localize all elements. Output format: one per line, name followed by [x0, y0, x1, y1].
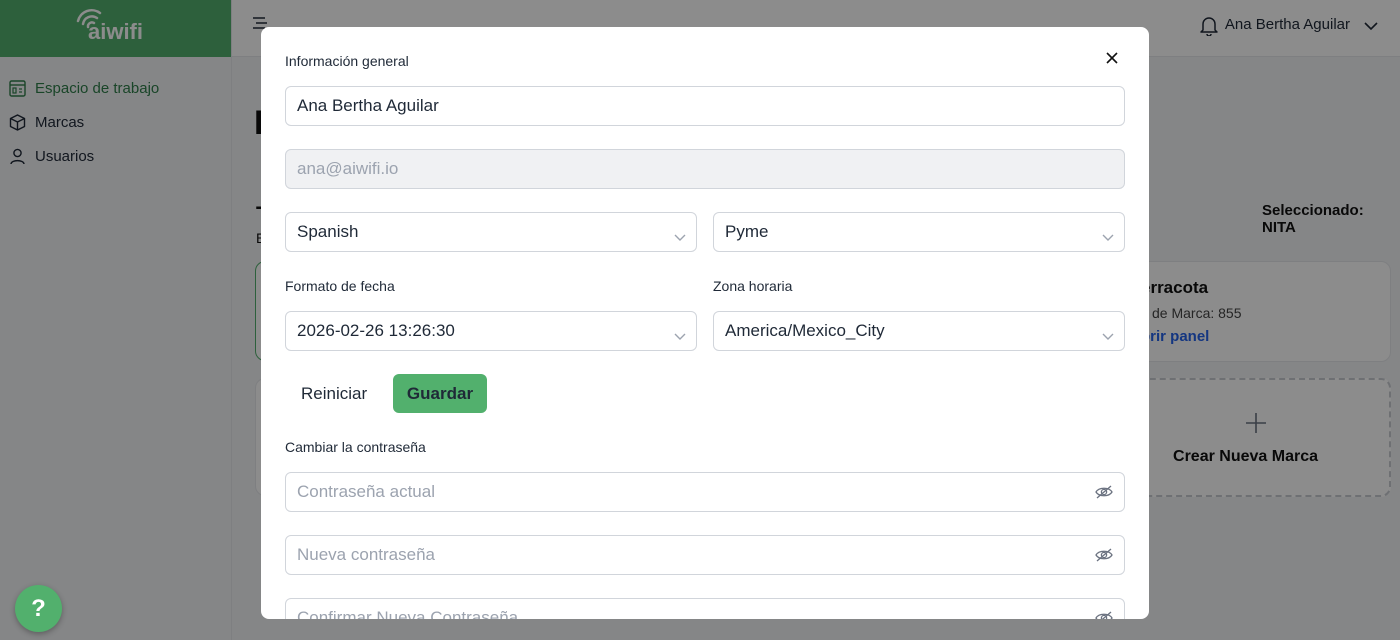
section-general-label: Información general: [285, 53, 409, 69]
confirm-password-input[interactable]: [297, 608, 1113, 619]
name-field[interactable]: [285, 86, 1125, 126]
current-password-input[interactable]: [297, 482, 1113, 502]
eye-off-icon[interactable]: [1095, 547, 1113, 568]
chevron-down-icon: [1102, 326, 1114, 346]
email-value: ana@aiwifi.io: [297, 159, 399, 178]
save-button[interactable]: Guardar: [393, 374, 487, 413]
timezone-select[interactable]: America/Mexico_City: [713, 311, 1125, 351]
chevron-down-icon: [674, 227, 686, 247]
new-password-input[interactable]: [297, 545, 1113, 565]
close-icon[interactable]: [1103, 49, 1121, 67]
help-button[interactable]: ?: [15, 585, 62, 632]
eye-off-icon[interactable]: [1095, 484, 1113, 505]
name-input[interactable]: [297, 96, 1113, 116]
chevron-down-icon: [674, 326, 686, 346]
date-format-label: Formato de fecha: [285, 278, 395, 294]
date-format-value: 2026-02-26 13:26:30: [297, 321, 455, 340]
chevron-down-icon: [1102, 227, 1114, 247]
email-field: ana@aiwifi.io: [285, 149, 1125, 189]
confirm-password-field[interactable]: [285, 598, 1125, 619]
timezone-value: America/Mexico_City: [725, 321, 885, 340]
current-password-field[interactable]: [285, 472, 1125, 512]
plan-select[interactable]: Pyme: [713, 212, 1125, 252]
new-password-field[interactable]: [285, 535, 1125, 575]
reset-button[interactable]: Reiniciar: [285, 374, 383, 413]
language-value: Spanish: [297, 222, 359, 241]
date-format-select[interactable]: 2026-02-26 13:26:30: [285, 311, 697, 351]
eye-off-icon[interactable]: [1095, 610, 1113, 619]
section-password-label: Cambiar la contraseña: [285, 439, 426, 455]
language-select[interactable]: Spanish: [285, 212, 697, 252]
timezone-label: Zona horaria: [713, 278, 793, 294]
profile-modal: Información general ana@aiwifi.io Spanis…: [261, 27, 1149, 619]
plan-value: Pyme: [725, 222, 769, 241]
